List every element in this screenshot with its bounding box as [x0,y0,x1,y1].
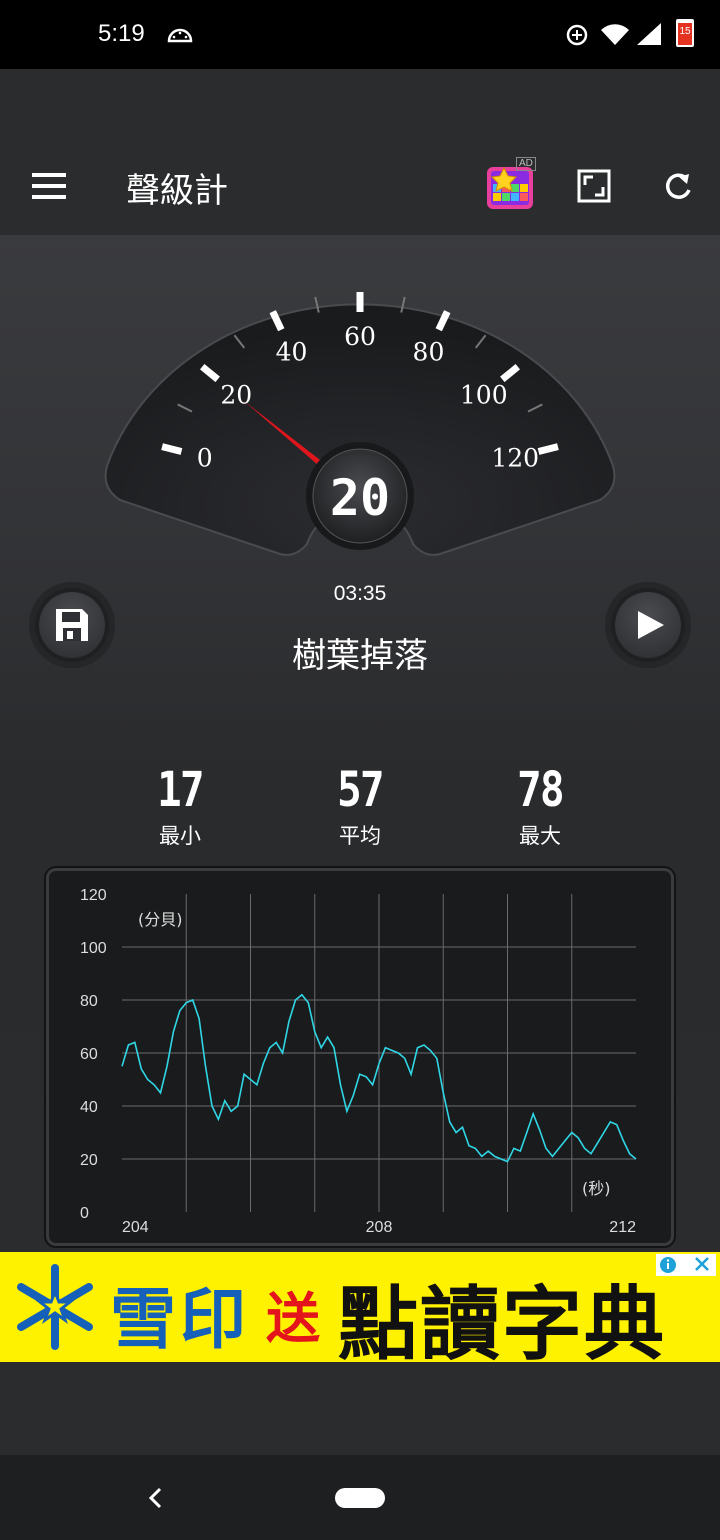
elapsed-timer: 03:35 [333,582,387,605]
toolbar [0,69,720,235]
stat-max: 78 最大 [460,764,620,850]
speedometer-status-icon [167,28,193,43]
hamburger-menu-icon[interactable] [32,172,66,200]
sound-level-gauge: 0 20 40 60 80 100 120 20 [104,292,616,556]
app-title: 聲級計 [126,171,228,211]
stat-avg-label: 平均 [339,824,381,848]
ad-headline: 點讀字典 [338,1278,666,1362]
reset-icon[interactable] [660,168,696,204]
stat-max-value: 78 [517,762,564,818]
ad-banner[interactable]: 雪印 送 點讀字典 [0,1252,720,1362]
ad-badge: AD [516,157,536,171]
gauge-scale-label: 60 [344,322,376,351]
chart-ylabel: (分貝) [138,910,183,929]
ad-send-text: 送 [266,1287,320,1350]
gauge-scale-label: 0 [197,443,213,472]
status-time: 5:19 [98,20,145,47]
gauge-scale-label: 40 [276,337,308,366]
home-pill-button[interactable] [335,1488,385,1508]
chart-y-tick-label: 60 [80,1046,98,1063]
data-saver-icon [566,24,588,46]
chart-y-tick-label: 120 [80,887,107,904]
gauge-scale-label: 80 [413,337,445,366]
stat-min-value: 17 [157,762,204,818]
decibel-chart-frame: 120 100 80 60 40 20 0 204 208 212 (分貝) (秒) [46,868,674,1246]
gauge-scale-label: 100 [460,381,508,410]
back-icon[interactable] [146,1486,166,1510]
gauge-major-tick [537,443,559,455]
stat-max-label: 最大 [519,824,561,848]
gauge-major-tick [161,443,183,455]
ad-brand-text: 雪印 [110,1281,250,1358]
sound-reference-label: 樹葉掉落 [292,636,428,676]
chart-y-tick-label: 20 [80,1152,98,1169]
chart-x-tick-label: 204 [122,1219,149,1236]
chart-y-tick-label: 100 [80,940,107,957]
stat-min: 17 最小 [100,764,260,850]
gauge-reading: 20 [330,469,390,527]
chart-x-tick-label: 208 [366,1219,393,1236]
wifi-icon [601,24,629,45]
gauge-scale-label: 20 [220,381,252,410]
chart-y-tick-label: 40 [80,1099,98,1116]
gauge-scale-label: 120 [491,443,539,472]
chart-xlabel: (秒) [582,1179,611,1198]
chart-y-tick-label: 0 [80,1205,89,1222]
snowflake-logo-icon [17,1264,93,1350]
decibel-history-chart: 120100806040200 204 208 212 (分貝) (秒) [80,887,637,1236]
chart-y-tick-label: 80 [80,993,98,1010]
chart-x-tick-label: 212 [609,1219,636,1236]
stat-avg: 57 平均 [280,764,440,850]
cellular-signal-icon [637,23,661,45]
battery-level-text: 15 [679,26,691,37]
battery-icon: 15 [676,19,694,47]
stat-min-label: 最小 [159,824,201,848]
fullscreen-icon[interactable] [576,168,612,204]
ad-choices-icon[interactable] [656,1254,716,1276]
stat-avg-value: 57 [337,762,384,818]
